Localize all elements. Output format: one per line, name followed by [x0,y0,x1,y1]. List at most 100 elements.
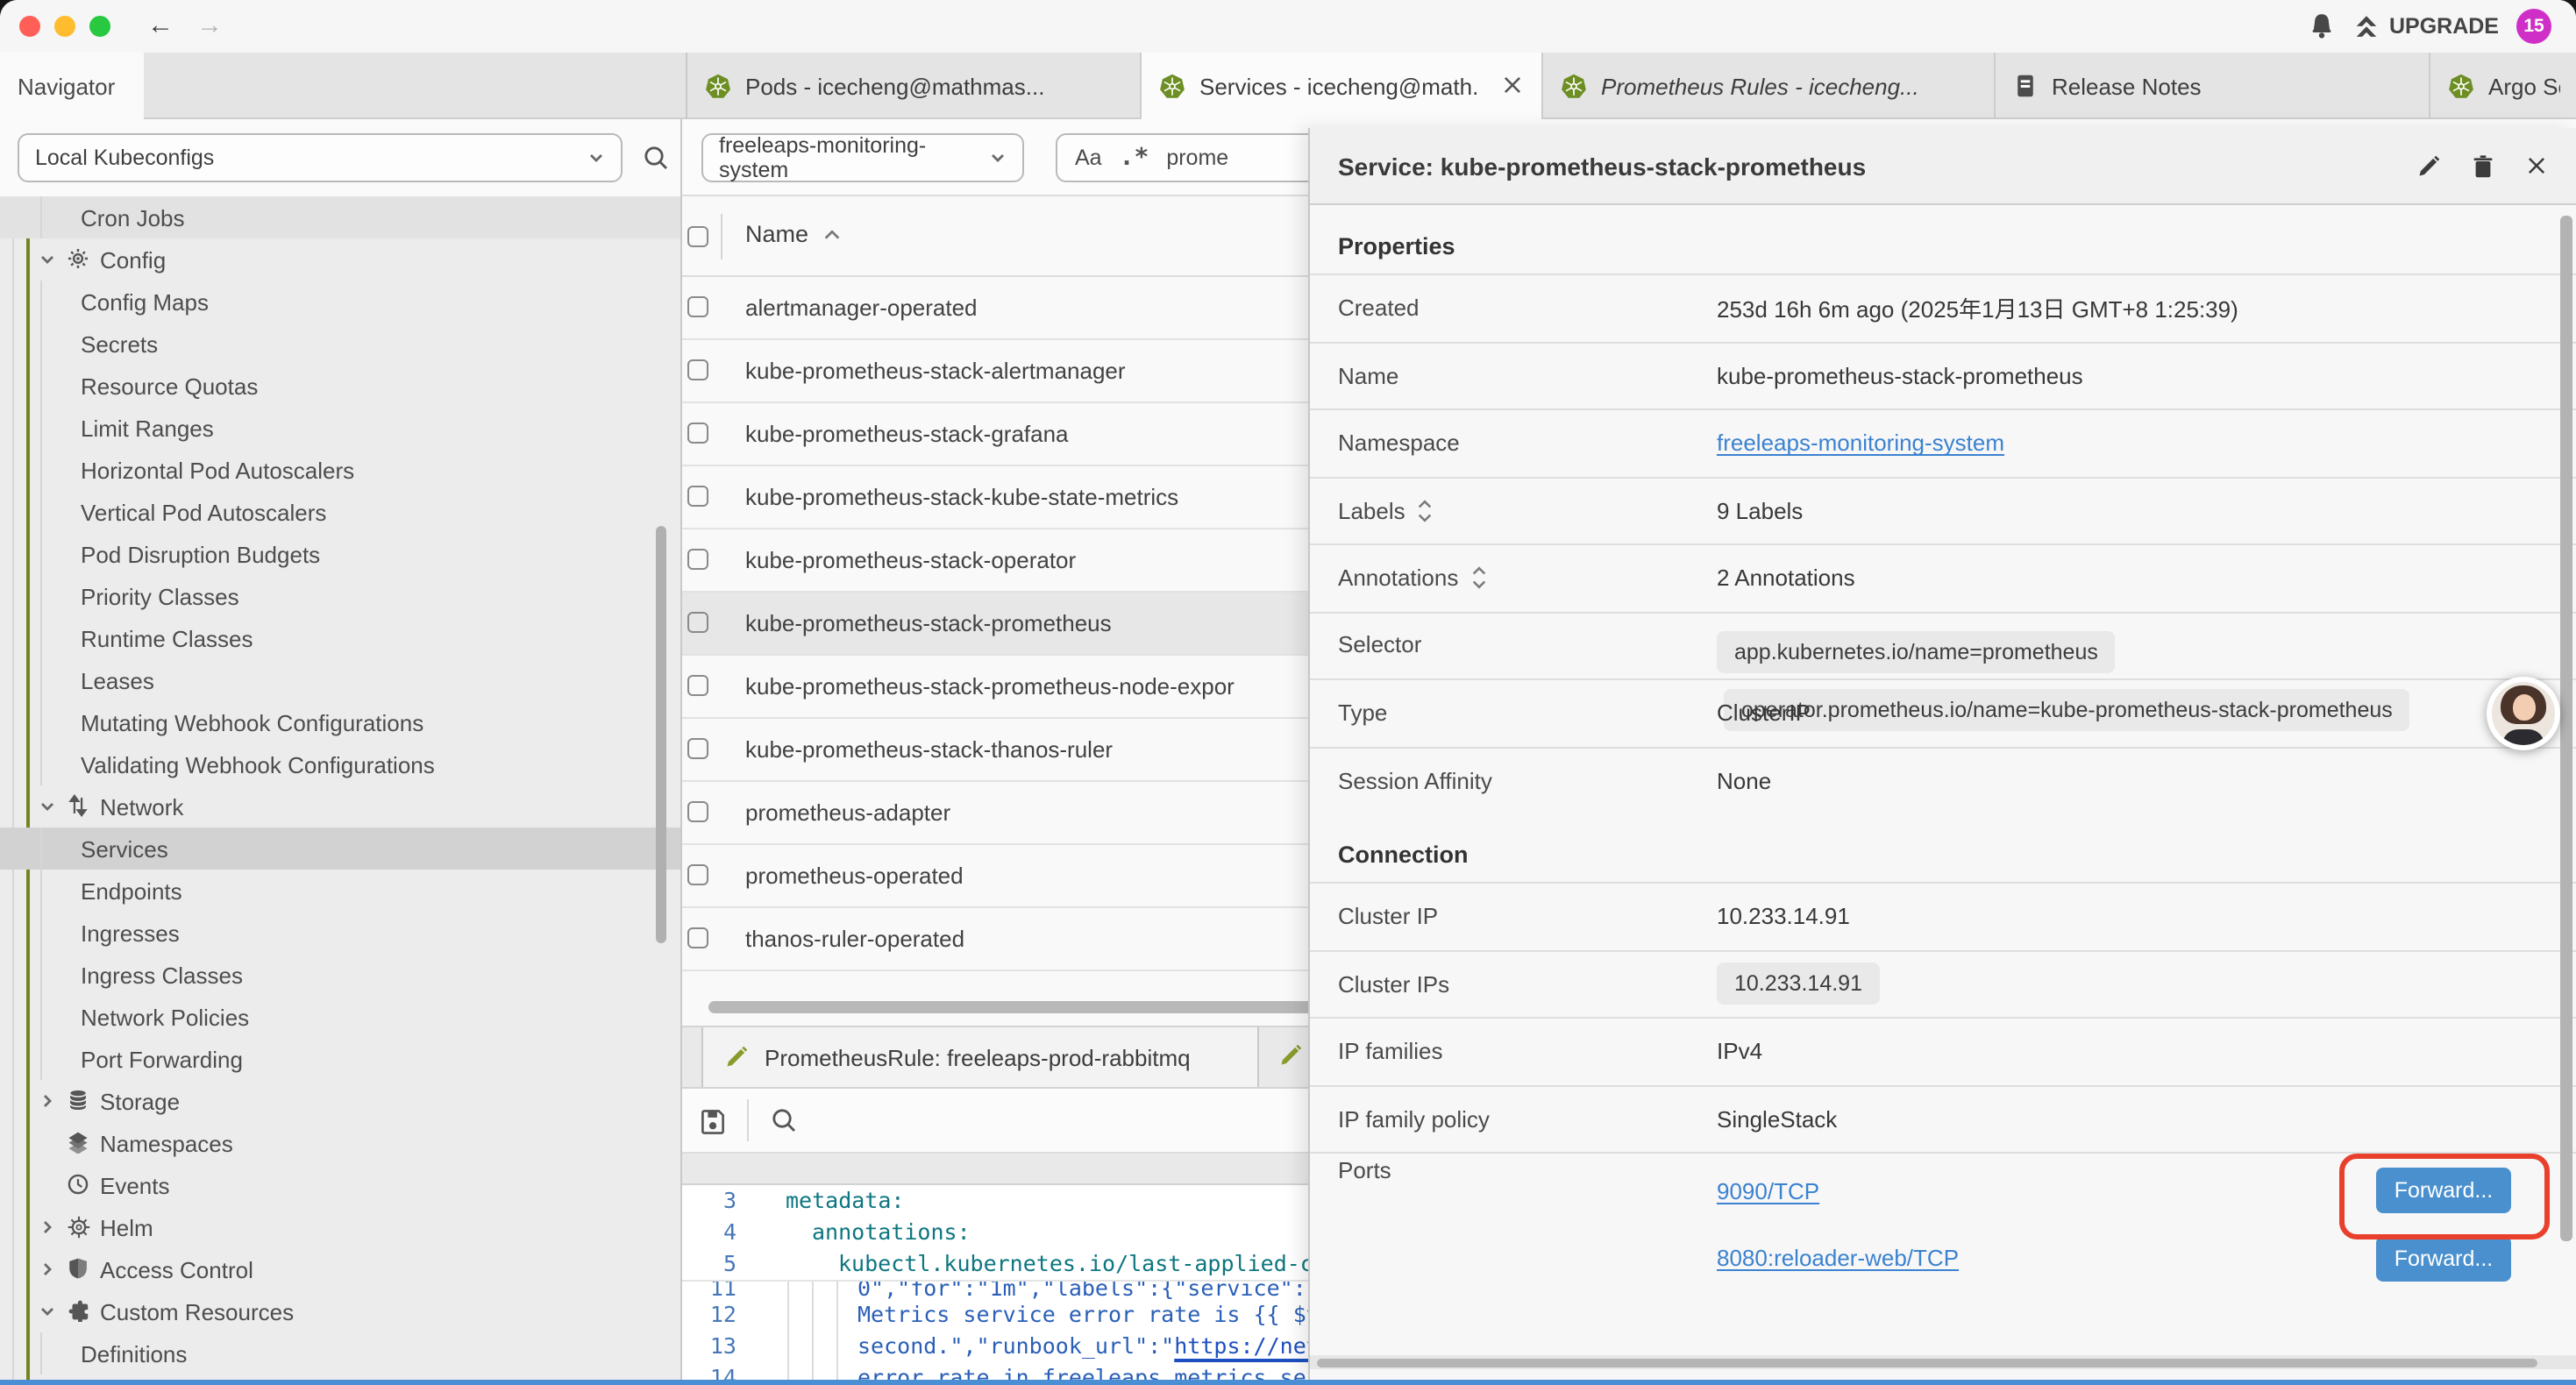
sidebar-item-config-maps[interactable]: Config Maps [0,281,680,323]
panel-vertical-scrollbar[interactable] [2560,216,2572,1241]
detail-label: Namespace [1338,430,1460,457]
sidebar-item-label: Network [100,793,183,820]
sidebar-item-validating-webhook-configurations[interactable]: Validating Webhook Configurations [0,743,680,785]
row-checkbox[interactable] [687,359,708,380]
sidebar-item-namespaces[interactable]: Namespaces [0,1122,680,1164]
tab-argo-se[interactable]: Argo Se [2430,53,2576,119]
row-checkbox[interactable] [687,423,708,444]
tree-scrollbar[interactable] [656,526,666,943]
port-link[interactable]: 9090/TCP [1717,1178,1819,1204]
forward-icon[interactable]: → [196,7,223,46]
close-window-button[interactable] [19,16,40,37]
sidebar-item-secrets[interactable]: Secrets [0,323,680,365]
panel-horizontal-scrollbar[interactable] [1310,1355,2576,1369]
sidebar-item-ingress-classes[interactable]: Ingress Classes [0,954,680,996]
forward-button[interactable]: Forward... [2376,1168,2511,1213]
row-checkbox[interactable] [687,927,708,948]
sidebar-item-label: Secrets [81,330,158,357]
port-link[interactable]: 8080:reloader-web/TCP [1717,1246,1959,1272]
trash-icon[interactable] [2471,153,2495,178]
row-checkbox[interactable] [687,486,708,507]
tab-pods-icecheng-mathmas[interactable]: Pods - icecheng@mathmas... [687,53,1142,119]
service-name: kube-prometheus-stack-thanos-ruler [745,736,1113,763]
sidebar-item-config[interactable]: Config [0,238,680,281]
bell-icon[interactable] [2309,12,2337,40]
upgrade-button[interactable]: UPGRADE [2354,13,2499,39]
forward-button[interactable]: Forward... [2376,1235,2511,1281]
row-checkbox[interactable] [687,864,708,885]
sidebar-item-pod-disruption-budgets[interactable]: Pod Disruption Budgets [0,533,680,575]
back-icon[interactable]: ← [147,7,174,46]
notification-count-badge[interactable]: 15 [2516,9,2551,44]
chevron-down-icon [989,149,1007,167]
close-tab-icon[interactable] [1501,73,1524,101]
tab-services-icecheng-math[interactable]: Services - icecheng@math... [1142,53,1543,119]
chevron-down-icon[interactable] [39,1303,56,1320]
chevron-down-icon[interactable] [39,798,56,815]
sidebar-item-mutating-webhook-configurations[interactable]: Mutating Webhook Configurations [0,701,680,743]
tab-prometheus-rules-icecheng[interactable]: Prometheus Rules - icecheng... [1543,53,1996,119]
pencil-icon[interactable] [1278,1043,1303,1068]
row-checkbox[interactable] [687,675,708,696]
kubeconfig-selector[interactable]: Local Kubeconfigs [18,133,623,182]
sidebar-item-network[interactable]: Network [0,785,680,827]
sidebar-item-vertical-pod-autoscalers[interactable]: Vertical Pod Autoscalers [0,491,680,533]
service-name: prometheus-operated [745,863,964,889]
row-checkbox[interactable] [687,549,708,570]
chevron-right-icon[interactable] [39,1261,56,1278]
row-checkbox[interactable] [687,738,708,759]
search-icon[interactable] [770,1106,798,1134]
sidebar-item-leases[interactable]: Leases [0,659,680,701]
sidebar-item-runtime-classes[interactable]: Runtime Classes [0,617,680,659]
sidebar-item-helm[interactable]: Helm [0,1206,680,1248]
sidebar-item-resource-quotas[interactable]: Resource Quotas [0,365,680,407]
sidebar-item-network-policies[interactable]: Network Policies [0,996,680,1038]
sidebar-item-ingresses[interactable]: Ingresses [0,912,680,954]
sidebar-item-port-forwarding[interactable]: Port Forwarding [0,1038,680,1080]
code-text: metadata: [786,1185,904,1217]
row-checkbox[interactable] [687,296,708,317]
sidebar-item-label: Limit Ranges [81,415,214,441]
sidebar-item-access-control[interactable]: Access Control [0,1248,680,1290]
select-all-checkbox[interactable] [687,226,708,247]
sidebar-item-label: Services [81,835,168,862]
regex-toggle-icon[interactable]: .* [1120,144,1149,172]
row-checkbox[interactable] [687,612,708,633]
service-name: kube-prometheus-stack-grafana [745,421,1069,447]
value-badge: 10.233.14.91 [1717,963,1880,1005]
sidebar-item-horizontal-pod-autoscalers[interactable]: Horizontal Pod Autoscalers [0,449,680,491]
sidebar-item-cron-jobs[interactable]: Cron Jobs [0,196,680,238]
avatar[interactable] [2487,677,2560,750]
sidebar-item-limit-ranges[interactable]: Limit Ranges [0,407,680,449]
save-icon[interactable] [700,1107,726,1133]
sidebar-item-label: Leases [81,667,154,693]
row-checkbox[interactable] [687,801,708,822]
sidebar-item-priority-classes[interactable]: Priority Classes [0,575,680,617]
navigator-panel-tab[interactable]: Navigator [0,53,144,119]
editor-tab-prometheusrule[interactable]: PrometheusRule: freeleaps-prod-rabbitmq [701,1027,1259,1087]
detail-row-type: TypeClusterIP [1310,678,2576,746]
maximize-window-button[interactable] [89,16,110,37]
column-header-name[interactable]: Name [745,221,842,247]
code-link[interactable]: https://net [1174,1332,1320,1359]
pencil-icon[interactable] [2416,153,2441,178]
namespace-link[interactable]: freeleaps-monitoring-system [1717,430,2004,457]
close-icon[interactable] [2525,154,2548,177]
sidebar-item-events[interactable]: Events [0,1164,680,1206]
tab-release-notes[interactable]: Release Notes [1996,53,2430,119]
sidebar-item-definitions[interactable]: Definitions [0,1332,680,1374]
search-icon[interactable] [642,144,670,172]
minimize-window-button[interactable] [54,16,75,37]
sidebar-item-endpoints[interactable]: Endpoints [0,870,680,912]
namespace-filter-dropdown[interactable]: freeleaps-monitoring-system [701,133,1024,182]
sidebar-item-services[interactable]: Services [0,827,680,870]
service-name: kube-prometheus-stack-prometheus-node-ex… [745,673,1235,700]
gear-icon [67,247,89,270]
sidebar-item-custom-resources[interactable]: Custom Resources [0,1290,680,1332]
database-icon [67,1089,89,1112]
match-case-toggle[interactable]: Aa [1075,146,1102,170]
chevron-down-icon[interactable] [39,251,56,268]
chevron-right-icon[interactable] [39,1092,56,1110]
sidebar-item-storage[interactable]: Storage [0,1080,680,1122]
chevron-right-icon[interactable] [39,1218,56,1236]
